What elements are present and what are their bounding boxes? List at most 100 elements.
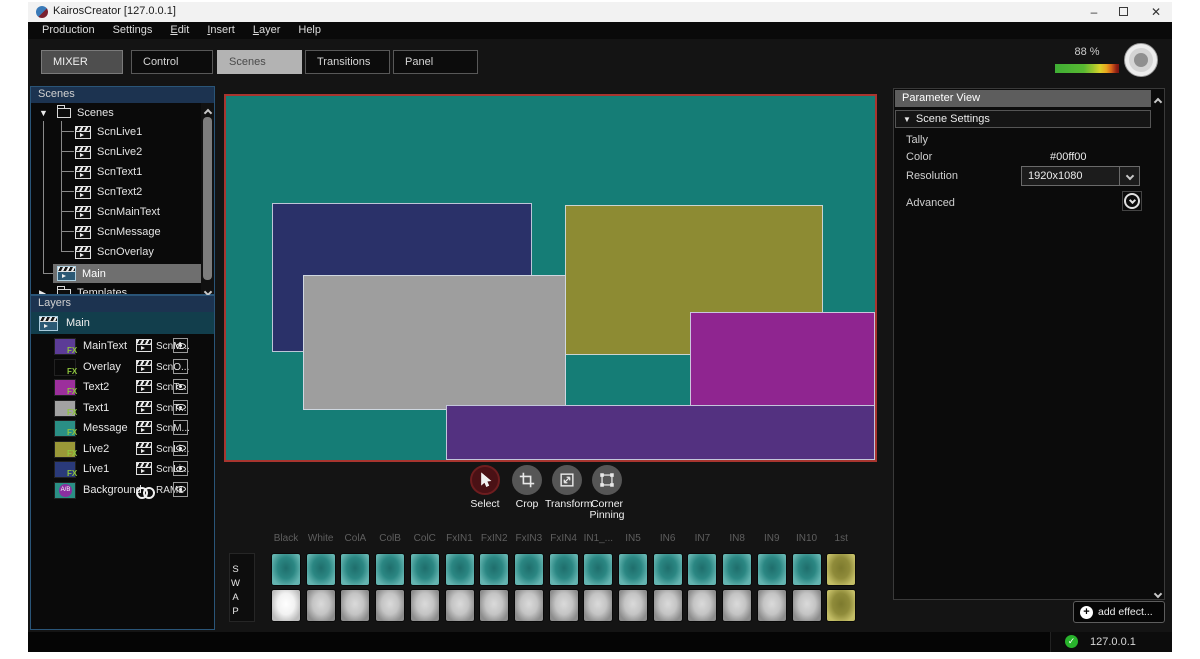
visibility-toggle[interactable] xyxy=(173,400,188,415)
menu-production[interactable]: Production xyxy=(33,22,104,39)
window-title: KairosCreator [127.0.0.1] xyxy=(53,5,176,17)
menu-help[interactable]: Help xyxy=(289,22,330,39)
layer-row-text2[interactable]: FXText2ScnT... xyxy=(31,378,214,397)
select-tool-button[interactable] xyxy=(470,465,500,495)
tree-item-scnlive2[interactable]: ScnLive2 xyxy=(31,142,201,162)
visibility-toggle[interactable] xyxy=(173,359,188,374)
tree-item-scnlive1[interactable]: ScnLive1 xyxy=(31,122,201,142)
scene-settings-section[interactable]: ▼Scene Settings xyxy=(895,110,1151,128)
menu-layer[interactable]: Layer xyxy=(244,22,290,39)
source-button-bus-b-colc[interactable] xyxy=(410,589,440,622)
tree-folder-scenes[interactable]: ▼ Scenes xyxy=(31,103,201,122)
source-button-bus-a-white[interactable] xyxy=(306,553,336,586)
transform-tool-button[interactable] xyxy=(552,465,582,495)
source-button-bus-a-colb[interactable] xyxy=(375,553,405,586)
scroll-down-icon[interactable] xyxy=(201,282,214,294)
source-button-bus-b-fxin1[interactable] xyxy=(445,589,475,622)
source-button-bus-b-white[interactable] xyxy=(306,589,336,622)
menu-edit[interactable]: Edit xyxy=(161,22,198,39)
source-button-bus-b-in9[interactable] xyxy=(757,589,787,622)
active-scene-row[interactable]: Main xyxy=(31,312,214,334)
source-button-bus-b-1st[interactable] xyxy=(826,589,856,622)
visibility-toggle[interactable] xyxy=(173,441,188,456)
source-button-bus-a-in9[interactable] xyxy=(757,553,787,586)
scroll-down-icon[interactable] xyxy=(1151,584,1164,596)
minimize-button[interactable]: – xyxy=(1084,2,1104,22)
source-button-bus-a-1st[interactable] xyxy=(826,553,856,586)
visibility-toggle[interactable] xyxy=(173,379,188,394)
source-button-bus-b-in8[interactable] xyxy=(722,589,752,622)
crop-tool-button[interactable] xyxy=(512,465,542,495)
layer-row-text1[interactable]: FXText1ScnT... xyxy=(31,399,214,418)
source-button-bus-b-cola[interactable] xyxy=(340,589,370,622)
chevron-down-icon[interactable] xyxy=(1119,167,1139,185)
source-button-bus-a-in10[interactable] xyxy=(792,553,822,586)
tab-scenes[interactable]: Scenes xyxy=(217,50,302,74)
source-button-bus-a-black[interactable] xyxy=(271,553,301,586)
source-button-bus-a-in5[interactable] xyxy=(618,553,648,586)
tree-item-scntext1[interactable]: ScnText1 xyxy=(31,162,201,182)
visibility-toggle[interactable] xyxy=(173,461,188,476)
source-button-bus-a-fxin1[interactable] xyxy=(445,553,475,586)
monitor-button[interactable] xyxy=(1124,43,1158,77)
resolution-dropdown[interactable]: 1920x1080 xyxy=(1021,166,1140,186)
source-button-bus-a-fxin3[interactable] xyxy=(514,553,544,586)
canvas-viewport[interactable] xyxy=(224,94,877,462)
tab-panel[interactable]: Panel xyxy=(393,50,478,74)
source-button-bus-a-in8[interactable] xyxy=(722,553,752,586)
visibility-toggle[interactable] xyxy=(173,420,188,435)
expander-down-icon[interactable]: ▼ xyxy=(39,108,49,118)
layer-row-message[interactable]: FXMessageScnM... xyxy=(31,419,214,438)
tree-item-scnmessage[interactable]: ScnMessage xyxy=(31,222,201,242)
maximize-button[interactable] xyxy=(1119,7,1128,16)
tab-mixer[interactable]: MIXER xyxy=(41,50,123,74)
layer-row-live2[interactable]: FXLive2ScnLi... xyxy=(31,440,214,459)
layer-row-background[interactable]: A/BBackgroundRAM1 xyxy=(31,481,214,500)
menu-insert[interactable]: Insert xyxy=(198,22,244,39)
layer-color-swatch[interactable]: A/B xyxy=(54,482,76,499)
add-effect-button[interactable]: + add effect... xyxy=(1073,601,1165,623)
source-button-bus-a-in6[interactable] xyxy=(653,553,683,586)
layer-row-live1[interactable]: FXLive1ScnLi... xyxy=(31,460,214,479)
source-button-bus-a-in7[interactable] xyxy=(687,553,717,586)
tab-transitions[interactable]: Transitions xyxy=(305,50,390,74)
layer-row-maintext[interactable]: FXMainTextScnM... xyxy=(31,337,214,356)
swap-button[interactable]: SWAP xyxy=(229,553,255,622)
expander-right-icon[interactable]: ▶ xyxy=(39,288,49,295)
visibility-toggle[interactable] xyxy=(173,482,188,497)
color-swatch[interactable] xyxy=(1100,149,1140,166)
source-button-bus-b-in6[interactable] xyxy=(653,589,683,622)
close-button[interactable]: ✕ xyxy=(1146,2,1166,22)
scroll-up-icon[interactable] xyxy=(1151,92,1164,104)
corner-pinning-tool-button[interactable] xyxy=(592,465,622,495)
advanced-expand-button[interactable] xyxy=(1122,191,1142,211)
source-button-bus-b-fxin3[interactable] xyxy=(514,589,544,622)
source-button-bus-b-in1_...[interactable] xyxy=(583,589,613,622)
source-button-bus-b-fxin2[interactable] xyxy=(479,589,509,622)
tree-folder-templates[interactable]: ▶ Templates xyxy=(31,283,201,294)
viewport-rect-text1[interactable] xyxy=(303,275,566,410)
source-button-bus-b-in5[interactable] xyxy=(618,589,648,622)
tab-control[interactable]: Control xyxy=(131,50,213,74)
source-button-bus-a-fxin4[interactable] xyxy=(549,553,579,586)
source-button-bus-b-in10[interactable] xyxy=(792,589,822,622)
scrollbar-thumb[interactable] xyxy=(203,117,212,280)
visibility-toggle[interactable] xyxy=(173,338,188,353)
source-button-bus-b-black[interactable] xyxy=(271,589,301,622)
source-button-bus-a-in1_...[interactable] xyxy=(583,553,613,586)
source-button-bus-b-colb[interactable] xyxy=(375,589,405,622)
source-button-bus-a-fxin2[interactable] xyxy=(479,553,509,586)
viewport-rect-maintext[interactable] xyxy=(446,405,875,460)
source-button-bus-b-fxin4[interactable] xyxy=(549,589,579,622)
tree-item-scnmaintext[interactable]: ScnMainText xyxy=(31,202,201,222)
tree-item-main-selected[interactable]: Main xyxy=(53,264,201,283)
scroll-up-icon[interactable] xyxy=(201,103,214,115)
source-button-bus-a-cola[interactable] xyxy=(340,553,370,586)
scenes-scrollbar[interactable] xyxy=(201,103,214,294)
source-button-bus-a-colc[interactable] xyxy=(410,553,440,586)
menu-settings[interactable]: Settings xyxy=(104,22,162,39)
source-button-bus-b-in7[interactable] xyxy=(687,589,717,622)
tree-item-scntext2[interactable]: ScnText2 xyxy=(31,182,201,202)
layer-row-overlay[interactable]: FXOverlayScnO... xyxy=(31,358,214,377)
tree-item-scnoverlay[interactable]: ScnOverlay xyxy=(31,242,201,262)
